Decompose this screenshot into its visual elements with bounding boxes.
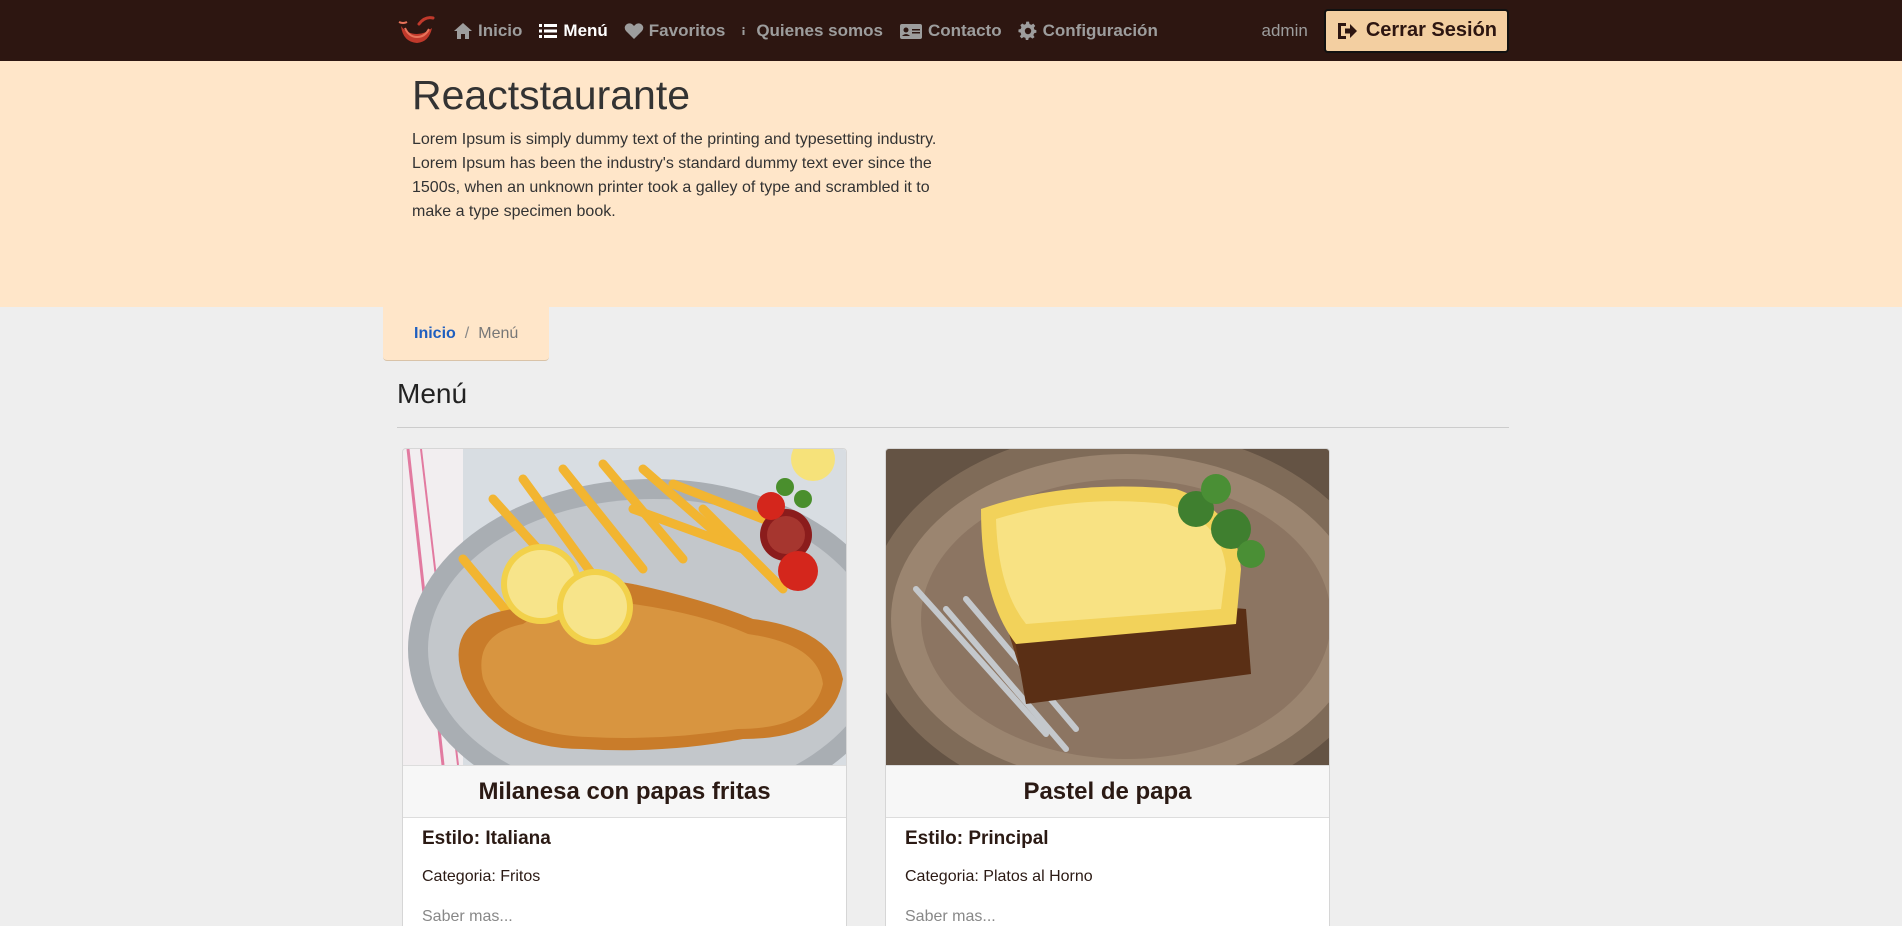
jumbotron: Reactstaurante Lorem Ipsum is simply dum… bbox=[0, 61, 1902, 307]
breadcrumb-home-link[interactable]: Inicio bbox=[414, 325, 456, 343]
brand-logo-icon[interactable] bbox=[397, 12, 435, 48]
card-more-link[interactable]: Saber mas... bbox=[422, 908, 827, 926]
nav-item-label: Favoritos bbox=[648, 20, 726, 40]
menu-card[interactable]: Milanesa con papas fritas Estilo: Italia… bbox=[402, 448, 847, 926]
nav-item-favoritos[interactable]: Favoritos bbox=[616, 0, 734, 61]
menu-card[interactable]: Pastel de papa Estilo: Principal Categor… bbox=[885, 448, 1330, 926]
page-title: Menú bbox=[397, 378, 468, 409]
card-category: Categoria: Platos al Horno bbox=[905, 868, 1093, 885]
nav-item-quienes-somos[interactable]: Quienes somos bbox=[733, 0, 891, 61]
list-icon bbox=[539, 23, 558, 38]
nav-item-contacto[interactable]: Contacto bbox=[891, 0, 1010, 61]
card-title: Pastel de papa bbox=[886, 765, 1329, 818]
heart-icon bbox=[624, 22, 644, 39]
dish-image-milanesa bbox=[403, 449, 846, 765]
divider bbox=[397, 427, 1509, 428]
nav-item-configuracion[interactable]: Configuración bbox=[1010, 0, 1166, 61]
card-category: Categoria: Fritos bbox=[422, 868, 541, 885]
gear-icon bbox=[1018, 21, 1037, 40]
breadcrumb-separator: / bbox=[464, 324, 470, 342]
site-description: Lorem Ipsum is simply dummy text of the … bbox=[412, 131, 937, 221]
nav-item-inicio[interactable]: Inicio bbox=[445, 0, 530, 61]
sign-out-icon bbox=[1337, 22, 1357, 39]
nav-item-label: Inicio bbox=[478, 20, 523, 40]
site-title: Reactstaurante bbox=[412, 72, 691, 118]
logout-label: Cerrar Sesión bbox=[1365, 19, 1497, 41]
breadcrumb-current: Menú bbox=[478, 324, 519, 342]
nav-item-label: Configuración bbox=[1042, 20, 1158, 40]
home-icon bbox=[454, 22, 472, 39]
nav-item-menu[interactable]: Menú bbox=[530, 0, 615, 61]
nav-item-label: Quienes somos bbox=[756, 20, 883, 40]
card-style: Estilo: Principal bbox=[905, 828, 1049, 849]
info-icon bbox=[742, 26, 745, 35]
card-title: Milanesa con papas fritas bbox=[403, 765, 846, 818]
card-more-link[interactable]: Saber mas... bbox=[905, 908, 1310, 926]
dish-image-pastel-de-papa bbox=[886, 449, 1329, 765]
nav-item-label: Contacto bbox=[927, 20, 1002, 40]
user-name: admin bbox=[1261, 20, 1308, 40]
logout-button[interactable]: Cerrar Sesión bbox=[1323, 8, 1509, 53]
card-style: Estilo: Italiana bbox=[422, 828, 551, 849]
breadcrumb: Inicio / Menú bbox=[383, 307, 549, 361]
navbar: Inicio Menú Favoritos Quienes somos Cont… bbox=[0, 0, 1902, 61]
contact-card-icon bbox=[899, 23, 922, 39]
nav-item-label: Menú bbox=[563, 20, 608, 40]
